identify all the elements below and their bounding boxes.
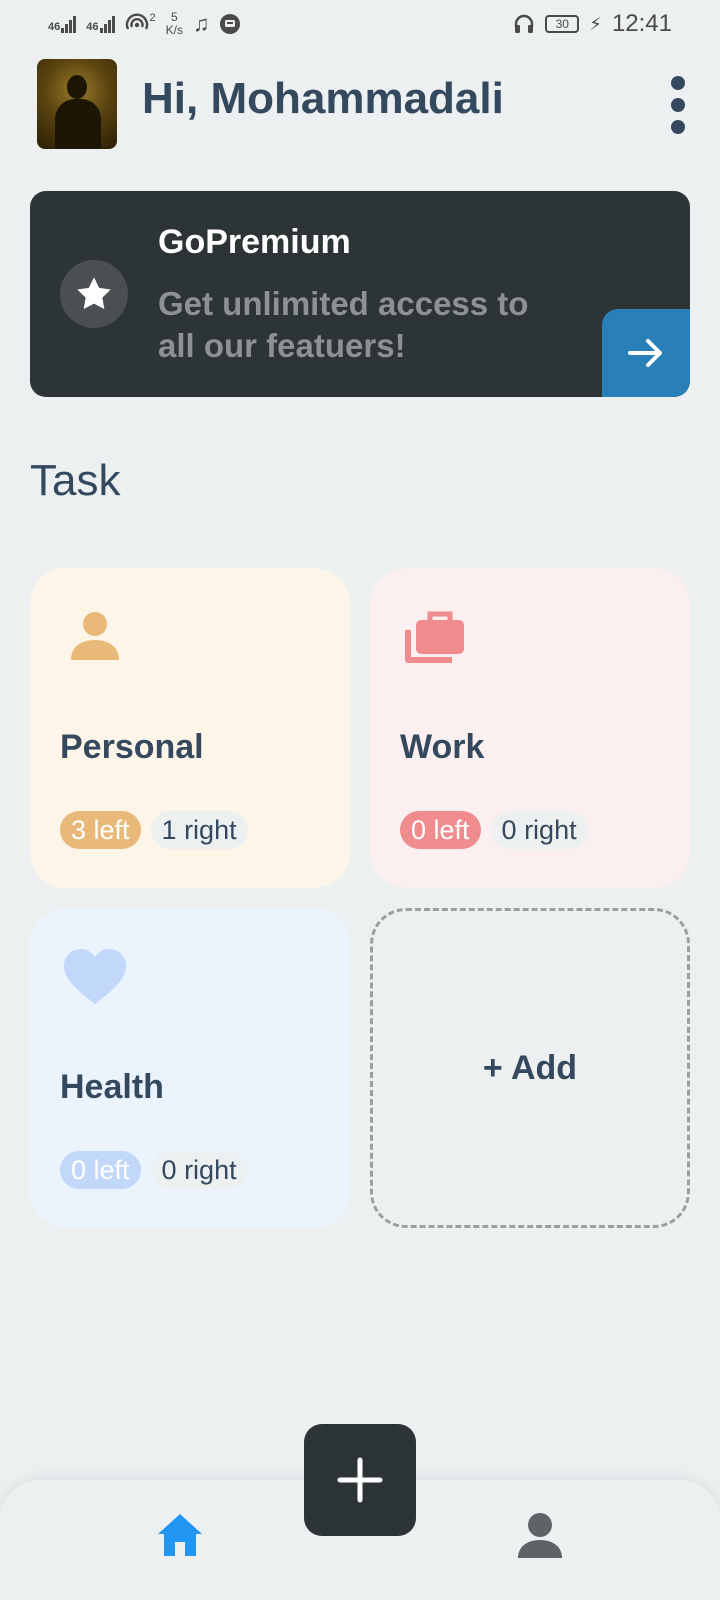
premium-description: Get unlimited access to all our featuers… <box>158 285 529 364</box>
task-card-health[interactable]: Health 0 left 0 right <box>30 908 350 1228</box>
card-counts: 0 left 0 right <box>400 811 588 849</box>
task-card-personal[interactable]: Personal 3 left 1 right <box>30 568 350 888</box>
card-title: Personal <box>60 728 204 766</box>
premium-title: GoPremium <box>158 223 351 261</box>
add-category-button[interactable]: + Add <box>370 908 690 1228</box>
heart-icon <box>64 949 126 1004</box>
signal-label: 46 <box>86 20 99 33</box>
star-icon <box>60 260 128 328</box>
section-title: Task <box>30 456 121 505</box>
battery-level: 30 <box>555 17 569 31</box>
message-icon <box>220 14 241 34</box>
charging-icon: ⚡ <box>589 14 602 34</box>
status-time: 12:41 <box>611 10 672 37</box>
task-card-work[interactable]: Work 0 left 0 right <box>370 568 690 888</box>
battery-icon: 30 <box>545 15 580 33</box>
briefcase-icon <box>405 611 464 663</box>
card-title: Work <box>400 728 485 766</box>
more-vertical-icon[interactable] <box>668 76 688 134</box>
headset-icon <box>515 14 534 33</box>
right-count-badge: 0 right <box>490 811 588 849</box>
right-count-badge: 0 right <box>150 1151 248 1189</box>
person-icon <box>71 612 119 660</box>
status-bar: 46 46 2 5 K/s ♫ 30 ⚡ 12:41 <box>0 0 720 48</box>
signal-label: 46 <box>48 20 61 33</box>
music-icon: ♫ <box>192 11 210 36</box>
profile-icon[interactable] <box>515 1510 565 1562</box>
add-task-button[interactable] <box>304 1424 416 1536</box>
network-speed: 5 K/s <box>166 11 183 37</box>
hotspot-icon: 2 <box>125 13 156 35</box>
add-label: + Add <box>482 1048 578 1087</box>
left-count-badge: 0 left <box>60 1151 141 1189</box>
speed-unit: K/s <box>165 23 183 37</box>
signal-icon: 46 <box>86 15 115 33</box>
status-right: 30 ⚡ 12:41 <box>513 10 672 38</box>
avatar[interactable] <box>37 59 117 149</box>
signal-icon: 46 <box>48 15 77 33</box>
hotspot-count: 2 <box>149 12 156 24</box>
plus-icon <box>337 1457 383 1503</box>
arrow-right-icon <box>628 339 662 367</box>
card-counts: 3 left 1 right <box>60 811 248 849</box>
right-count-badge: 1 right <box>150 811 248 849</box>
left-count-badge: 0 left <box>400 811 481 849</box>
left-count-badge: 3 left <box>60 811 141 849</box>
status-left: 46 46 2 5 K/s ♫ <box>48 11 241 37</box>
card-counts: 0 left 0 right <box>60 1151 248 1189</box>
greeting-title: Hi, Mohammadali <box>142 74 504 123</box>
premium-banner[interactable]: GoPremium Get unlimited access to all ou… <box>30 191 690 397</box>
home-icon[interactable] <box>154 1510 206 1560</box>
premium-go-button[interactable] <box>602 309 690 397</box>
card-title: Health <box>60 1068 164 1106</box>
